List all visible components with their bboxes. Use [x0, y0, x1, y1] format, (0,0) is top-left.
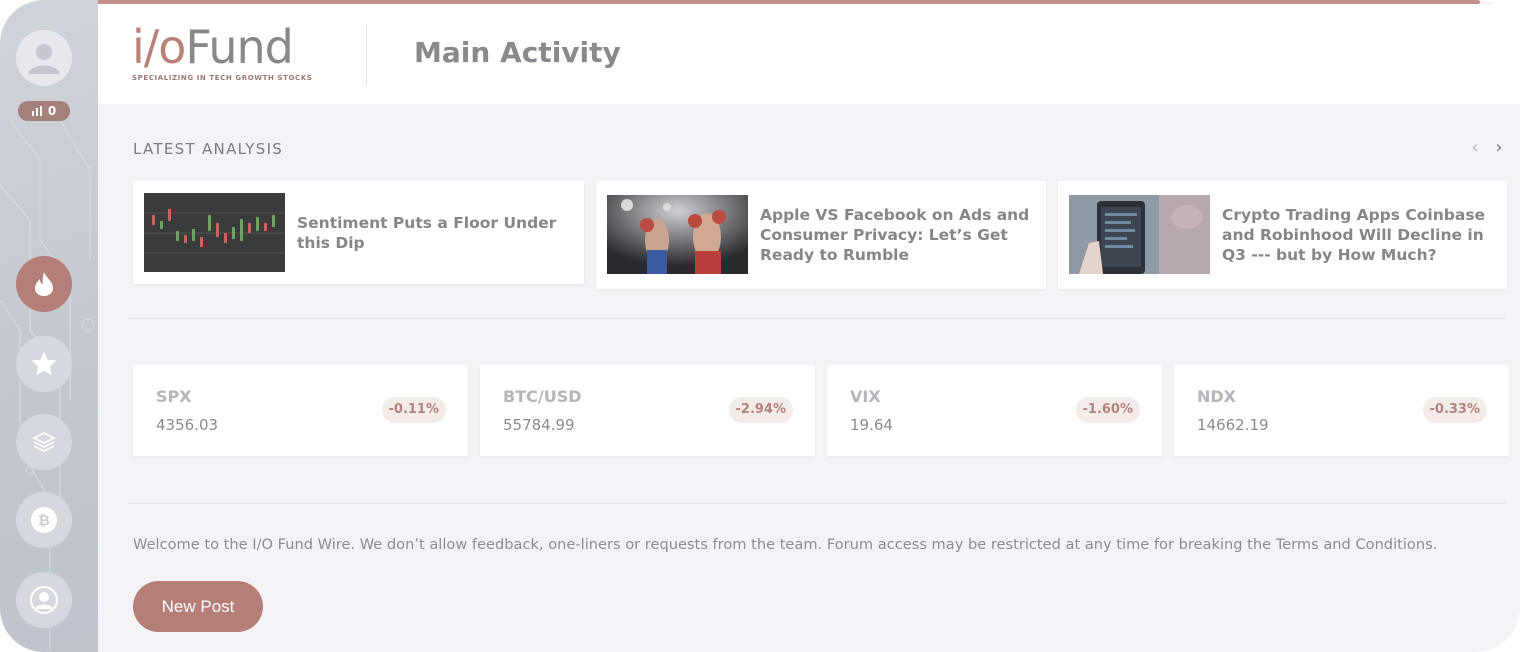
- boxing-match-thumbnail: [607, 195, 748, 274]
- badge-count: 0: [47, 104, 57, 118]
- welcome-message: Welcome to the I/O Fund Wire. We don’t a…: [133, 536, 1438, 553]
- ticker-price: 14662.19: [1197, 416, 1269, 434]
- nav-profile[interactable]: [16, 572, 72, 628]
- logo-wordmark: i/oFund: [132, 24, 332, 70]
- svg-text:₿: ₿: [38, 513, 49, 529]
- header-divider: [366, 24, 367, 84]
- layers-icon: [32, 432, 56, 452]
- flame-icon: [35, 272, 53, 296]
- ticker-price: 4356.03: [156, 416, 219, 434]
- ticker-card[interactable]: SPX 4356.03 -0.11%: [133, 365, 468, 456]
- ticker-card[interactable]: BTC/USD 55784.99 -2.94%: [480, 365, 815, 456]
- io-fund-logo[interactable]: i/oFund SPECIALIZING IN TECH GROWTH STOC…: [132, 24, 332, 86]
- user-avatar[interactable]: [16, 30, 72, 86]
- user-circle-icon: [30, 586, 58, 614]
- new-post-button[interactable]: New Post: [133, 581, 263, 632]
- user-silhouette-icon: [28, 44, 60, 74]
- logo-fund: Fund: [185, 20, 293, 74]
- ticker-change-badge: -0.33%: [1422, 397, 1487, 423]
- nav-favorites[interactable]: [16, 336, 72, 392]
- section-divider: [128, 318, 1506, 319]
- phone-trading-app-thumbnail: [1069, 195, 1210, 274]
- page-title: Main Activity: [414, 36, 621, 69]
- market-tickers: SPX 4356.03 -0.11% BTC/USD 55784.99 -2.9…: [133, 365, 1509, 457]
- bar-chart-icon: [31, 106, 42, 116]
- section-divider: [128, 503, 1506, 504]
- circuit-pattern-decoration: [0, 119, 95, 650]
- logo-io: i/o: [132, 20, 186, 74]
- ticker-price: 55784.99: [503, 416, 575, 434]
- ticker-card[interactable]: VIX 19.64 -1.60%: [827, 365, 1162, 456]
- latest-analysis-label: LATEST ANALYSIS: [133, 140, 284, 158]
- ticker-symbol: SPX: [156, 387, 192, 406]
- activity-badge: 0: [18, 101, 70, 121]
- sidebar: 0 ₿: [0, 0, 98, 652]
- ticker-price: 19.64: [850, 416, 893, 434]
- article-title[interactable]: Crypto Trading Apps Coinbase and Robinho…: [1222, 205, 1491, 265]
- analysis-card[interactable]: Crypto Trading Apps Coinbase and Robinho…: [1058, 181, 1507, 289]
- chevron-right-icon[interactable]: ›: [1492, 136, 1506, 158]
- article-title[interactable]: Apple VS Facebook on Ads and Consumer Pr…: [760, 205, 1030, 265]
- main-content: LATEST ANALYSIS ‹ › Sentiment Puts a Flo…: [98, 104, 1520, 652]
- logo-tagline: SPECIALIZING IN TECH GROWTH STOCKS: [132, 74, 313, 82]
- ticker-change-badge: -1.60%: [1075, 397, 1140, 423]
- bitcoin-icon: ₿: [31, 507, 57, 533]
- analysis-cards: Sentiment Puts a Floor Under this Dip Ap…: [133, 181, 1508, 289]
- ticker-card[interactable]: NDX 14662.19 -0.33%: [1174, 365, 1509, 456]
- nav-layers[interactable]: [16, 414, 72, 470]
- top-header: i/oFund SPECIALIZING IN TECH GROWTH STOC…: [98, 4, 1520, 104]
- analysis-card[interactable]: Sentiment Puts a Floor Under this Dip: [133, 181, 584, 284]
- article-title[interactable]: Sentiment Puts a Floor Under this Dip: [297, 213, 568, 253]
- analysis-card[interactable]: Apple VS Facebook on Ads and Consumer Pr…: [596, 181, 1046, 289]
- nav-hot[interactable]: [16, 256, 72, 312]
- star-icon: [31, 351, 57, 376]
- ticker-change-badge: -2.94%: [728, 397, 793, 423]
- ticker-symbol: VIX: [850, 387, 881, 406]
- candlestick-chart-thumbnail: [144, 193, 285, 272]
- carousel-controls: ‹ ›: [1468, 136, 1506, 158]
- app-window: 0 ₿ i/oFund SPECIALIZING IN TECH GROWTH …: [0, 0, 1520, 652]
- chevron-left-icon[interactable]: ‹: [1468, 136, 1482, 158]
- nav-crypto[interactable]: ₿: [16, 492, 72, 548]
- ticker-symbol: BTC/USD: [503, 387, 582, 406]
- ticker-symbol: NDX: [1197, 387, 1237, 406]
- ticker-change-badge: -0.11%: [381, 397, 446, 423]
